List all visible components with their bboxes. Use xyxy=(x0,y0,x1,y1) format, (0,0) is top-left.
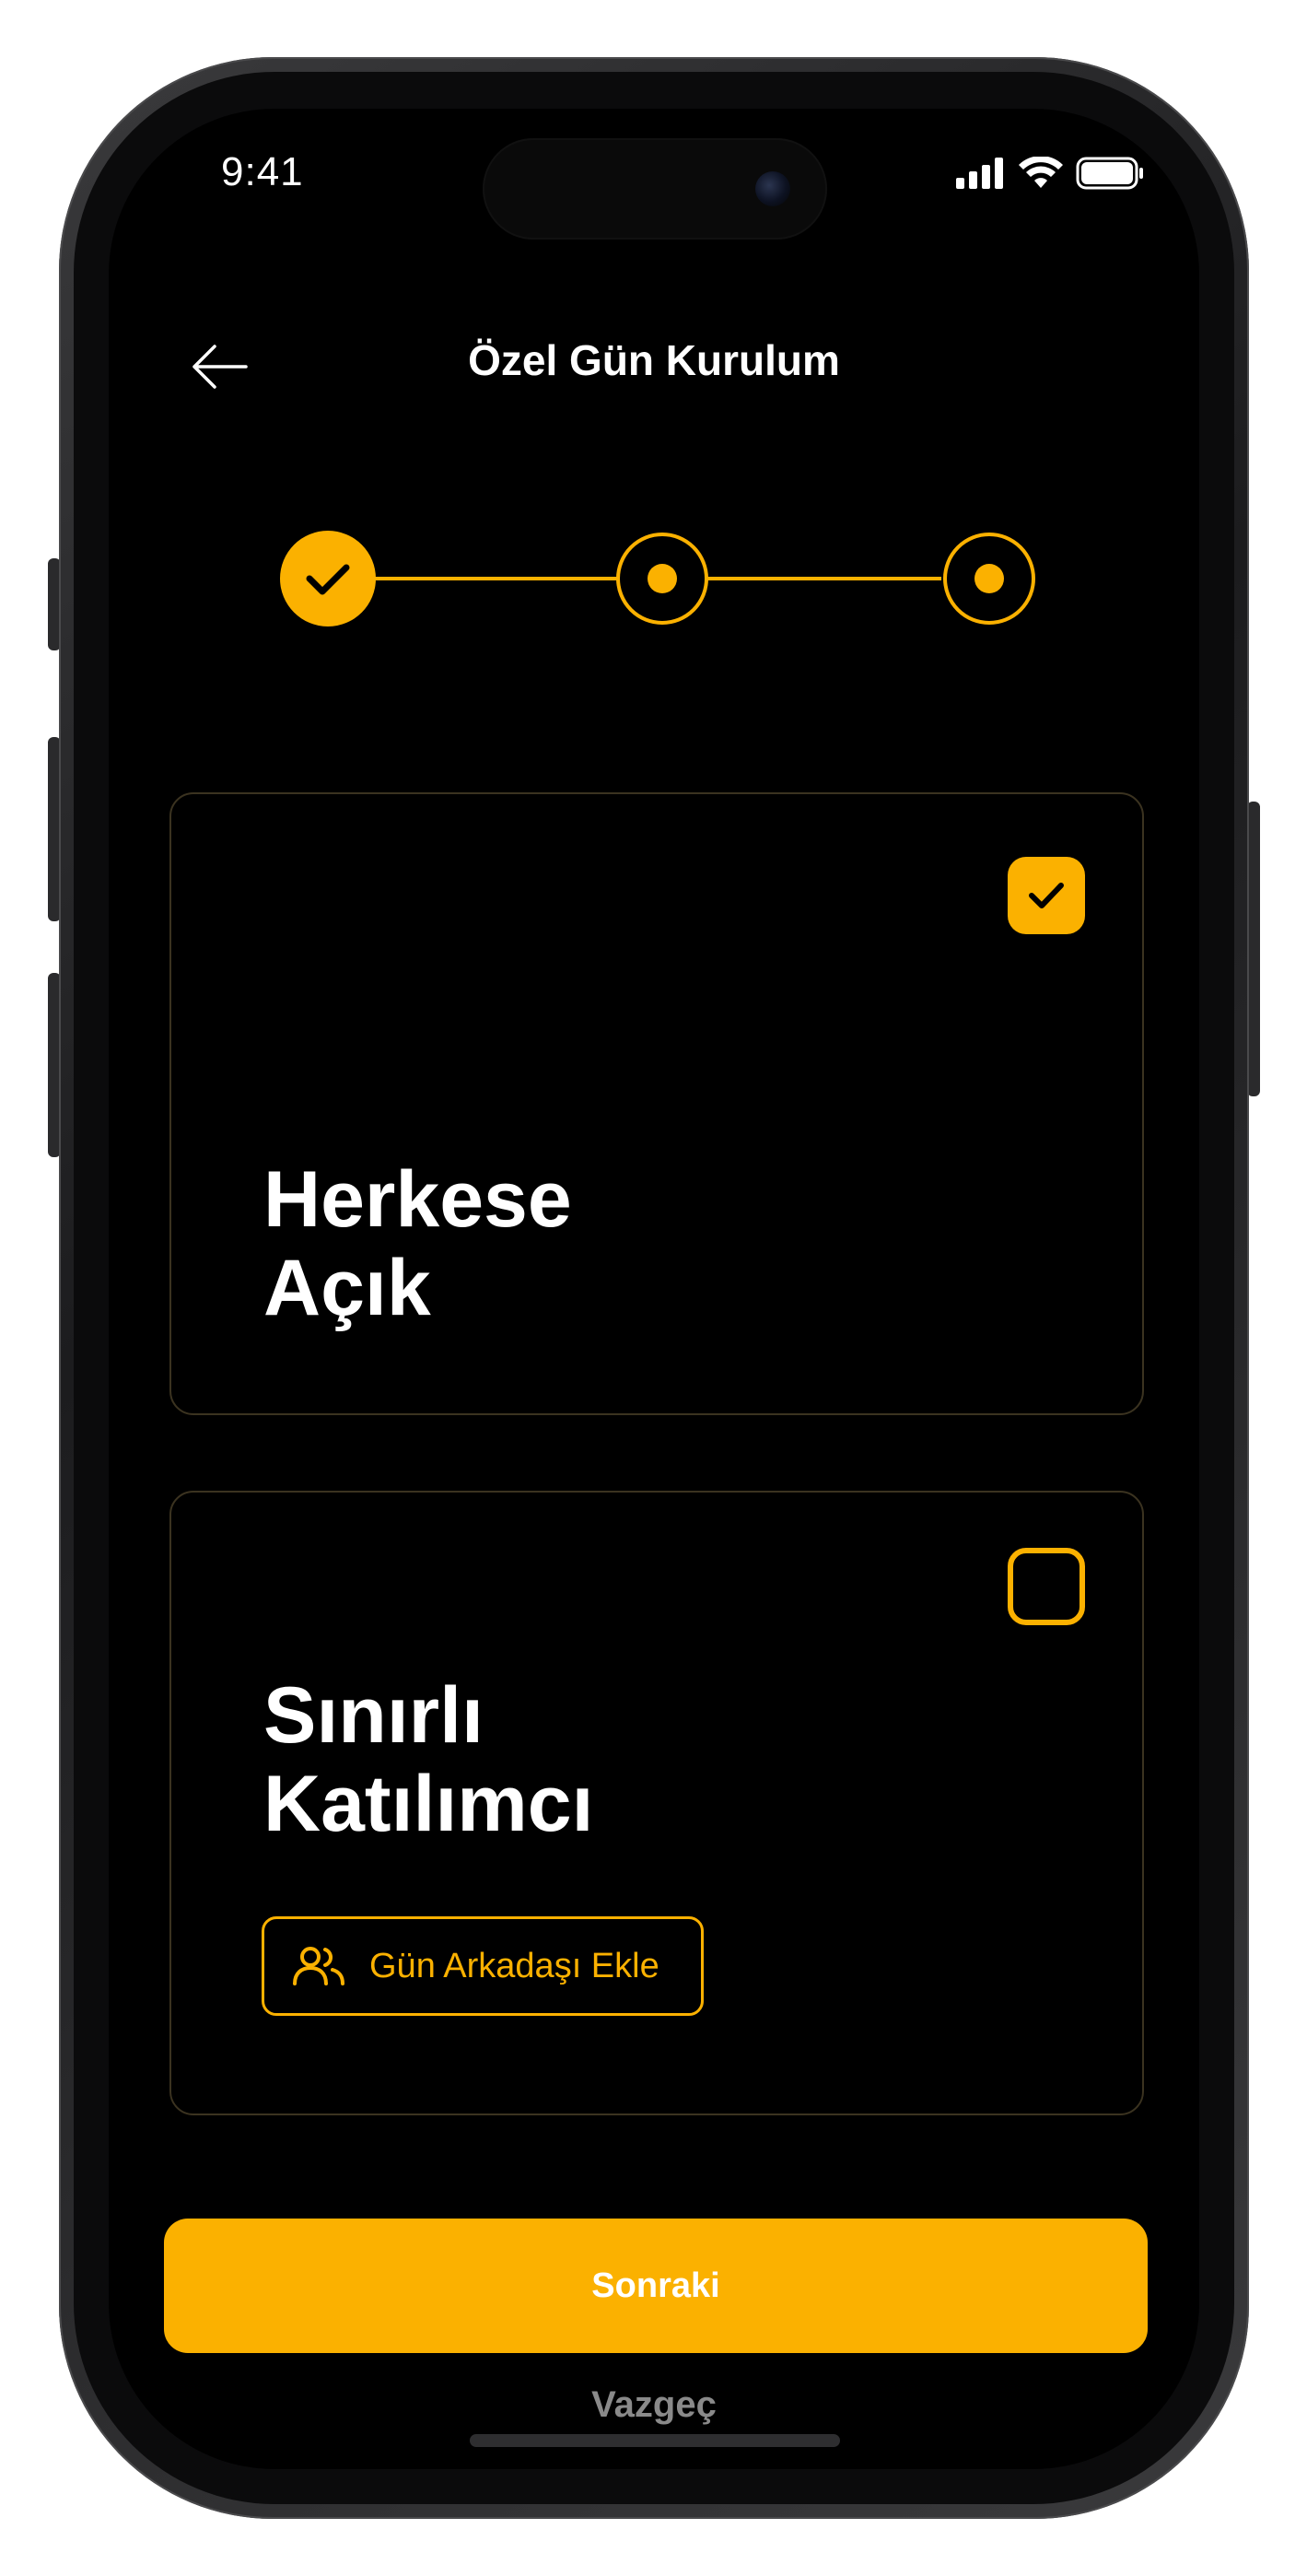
status-time: 9:41 xyxy=(221,149,304,194)
power-button xyxy=(1247,802,1260,1096)
option-title: Herkese Açık xyxy=(263,1155,572,1332)
phone-frame: 9:41 Özel Gün Kurulum Herkese Açık Sınır… xyxy=(59,57,1249,2519)
add-friend-label: Gün Arkadaşı Ekle xyxy=(369,1946,659,1985)
front-camera-icon xyxy=(755,171,790,206)
next-button[interactable]: Sonraki xyxy=(164,2219,1148,2353)
dot-icon xyxy=(974,564,1004,593)
cancel-button[interactable]: Vazgeç xyxy=(109,2384,1199,2426)
device-mockup: 9:41 Özel Gün Kurulum Herkese Açık Sınır… xyxy=(0,0,1307,2576)
cellular-signal-icon xyxy=(956,158,1003,189)
option-card-limited[interactable]: Sınırlı Katılımcı Gün Arkadaşı Ekle xyxy=(169,1491,1144,2115)
app-screen: 9:41 Özel Gün Kurulum Herkese Açık Sınır… xyxy=(109,109,1199,2469)
stepper-step-2 xyxy=(616,533,708,625)
option-checkbox-unchecked[interactable] xyxy=(1008,1548,1085,1625)
progress-stepper xyxy=(280,531,1035,626)
page-title: Özel Gün Kurulum xyxy=(468,336,840,384)
option-card-public[interactable]: Herkese Açık xyxy=(169,792,1144,1415)
battery-icon xyxy=(1076,157,1143,190)
option-title-line-1: Sınırlı xyxy=(263,1671,484,1760)
add-friend-button[interactable]: Gün Arkadaşı Ekle xyxy=(262,1916,704,2016)
option-checkbox-checked[interactable] xyxy=(1008,857,1085,934)
users-icon xyxy=(293,1947,344,1985)
status-icons xyxy=(956,157,1144,190)
option-title: Sınırlı Katılımcı xyxy=(263,1671,593,1848)
stepper-step-1 xyxy=(280,531,376,626)
option-title-line-2: Katılımcı xyxy=(263,1760,594,1848)
check-icon xyxy=(1029,883,1064,908)
option-title-line-1: Herkese xyxy=(263,1155,572,1244)
wifi-icon xyxy=(1019,157,1063,188)
option-title-line-2: Açık xyxy=(263,1244,431,1332)
stepper-step-3 xyxy=(943,533,1035,625)
dot-icon xyxy=(648,564,677,593)
dynamic-island xyxy=(483,138,827,240)
home-indicator[interactable] xyxy=(470,2434,840,2447)
